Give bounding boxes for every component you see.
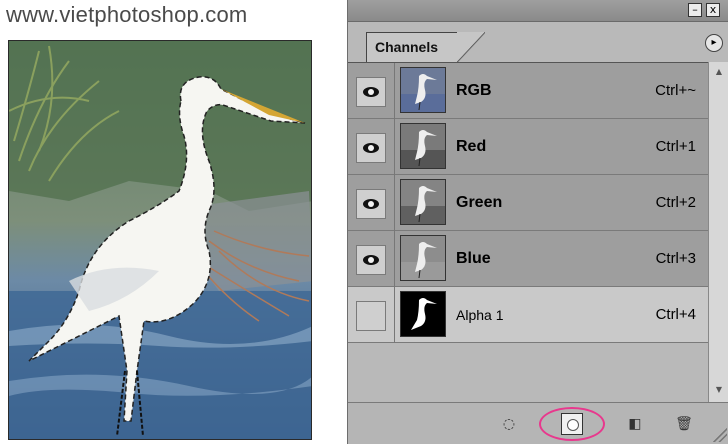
channel-row-alpha[interactable]: Alpha 1 Ctrl+4 [348,287,708,343]
minimize-button[interactable]: – [688,3,702,17]
tab-edge [457,32,485,62]
scroll-down-icon[interactable]: ▼ [711,382,727,398]
channel-name: Blue [456,250,491,267]
watermark-text: www.vietphotoshop.com [6,2,248,27]
eye-icon [363,255,379,265]
channel-row-red[interactable]: Red Ctrl+1 [348,119,708,175]
panel-menu-icon[interactable]: ▸ [705,34,723,52]
channel-shortcut: Ctrl+1 [655,138,696,155]
channel-thumbnail [400,179,446,225]
channel-list: RGB Ctrl+~ Red Ctrl+1 Green Ctrl+2 Blue … [348,62,708,402]
delete-channel-icon[interactable]: 🗑 [673,413,695,435]
panel-toolbar: ◌ ◧ 🗑 [348,402,728,444]
channel-name: RGB [456,82,492,99]
channel-thumbnail [400,235,446,281]
channel-row-blue[interactable]: Blue Ctrl+3 [348,231,708,287]
channel-shortcut: Ctrl+2 [655,194,696,211]
visibility-toggle[interactable] [356,189,386,219]
channel-name: Alpha 1 [456,307,504,323]
visibility-toggle[interactable] [356,133,386,163]
channel-shortcut: Ctrl+4 [655,306,696,323]
channels-panel: – x Channels ▸ RGB Ctrl+~ Red Ctrl+1 Gre… [347,0,728,444]
load-selection-icon[interactable]: ◌ [498,413,520,435]
channel-row-green[interactable]: Green Ctrl+2 [348,175,708,231]
panel-titlebar[interactable]: – x [348,0,728,22]
highlight-circle [539,407,605,441]
close-button[interactable]: x [706,3,720,17]
channel-thumbnail [400,123,446,169]
tab-channels[interactable]: Channels [366,32,458,62]
resize-grip-icon[interactable] [711,426,727,442]
visibility-toggle[interactable] [356,301,386,331]
channel-name: Green [456,194,503,211]
scroll-up-icon[interactable]: ▲ [711,64,727,80]
eye-icon [363,87,379,97]
tab-strip: Channels ▸ [348,22,728,62]
channel-thumbnail [400,291,446,337]
visibility-toggle[interactable] [356,245,386,275]
eye-icon [363,199,379,209]
vertical-scrollbar[interactable]: ▲ ▼ [708,62,728,402]
channel-row-rgb[interactable]: RGB Ctrl+~ [348,63,708,119]
eye-icon [363,143,379,153]
egret-photo [8,40,312,440]
visibility-toggle[interactable] [356,77,386,107]
channel-shortcut: Ctrl+~ [655,82,696,99]
channel-shortcut: Ctrl+3 [655,250,696,267]
channel-name: Red [456,138,487,155]
channel-thumbnail [400,67,446,113]
new-channel-icon[interactable]: ◧ [624,413,646,435]
